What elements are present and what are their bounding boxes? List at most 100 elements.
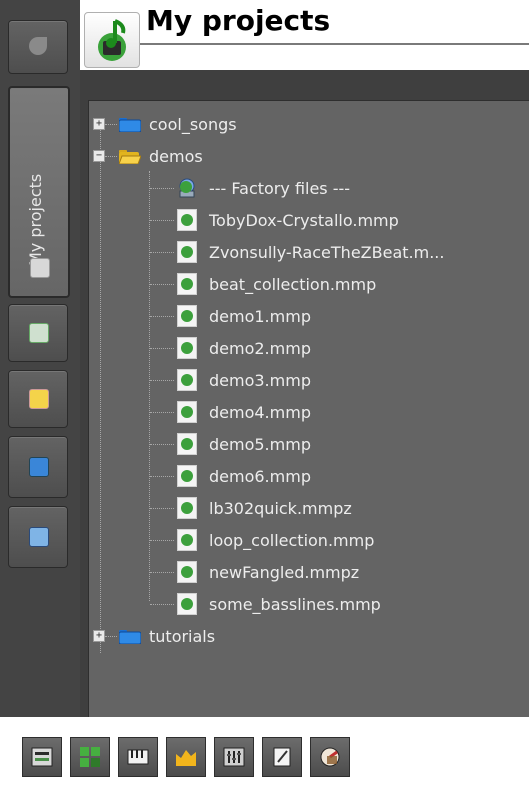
tree-connector <box>150 188 174 189</box>
tree-folder-item[interactable]: + tutorials <box>93 621 216 651</box>
tree-item-label: some_basslines.mmp <box>209 594 381 614</box>
tree-item-label: Zvonsully-RaceTheZBeat.m... <box>209 242 445 262</box>
mmp-file-icon <box>177 305 197 327</box>
tree-file-item[interactable]: demo2.mmp <box>150 333 311 363</box>
file-browser-panel: My projects + cool_songs − demos --- Fac… <box>80 0 529 718</box>
beat-bassline-editor-button[interactable] <box>70 737 110 777</box>
tree-item-label: --- Factory files --- <box>209 178 351 198</box>
folder-closed-icon <box>118 628 142 645</box>
tree-file-item[interactable]: TobyDox-Crystallo.mmp <box>150 205 399 235</box>
tree-item-label: demo5.mmp <box>209 434 311 454</box>
project-icon <box>30 258 50 278</box>
tree-connector <box>150 348 174 349</box>
sidebar-tab-instrument-plugins[interactable] <box>8 304 68 362</box>
fx-mixer-button[interactable] <box>214 737 254 777</box>
header-divider <box>140 43 529 45</box>
mmp-file-icon <box>177 209 197 231</box>
tree-item-label: demo2.mmp <box>209 338 311 358</box>
tree-item-label: loop_collection.mmp <box>209 530 375 550</box>
project-notes-button[interactable] <box>262 737 302 777</box>
instrument-plugin-icon <box>29 323 49 343</box>
song-editor-icon <box>31 747 53 767</box>
tree-file-item[interactable]: demo3.mmp <box>150 365 311 395</box>
collapse-icon[interactable]: − <box>93 150 105 162</box>
star-icon <box>29 389 49 409</box>
mmp-file-icon <box>177 433 197 455</box>
speaker-icon <box>29 37 47 55</box>
tree-connector <box>150 444 174 445</box>
tree-file-item[interactable]: demo1.mmp <box>150 301 311 331</box>
tree-guide-line <box>100 123 101 653</box>
sidebar-tab-sounds[interactable] <box>8 20 68 74</box>
tree-item-label: cool_songs <box>149 114 237 134</box>
page-title: My projects <box>146 4 331 37</box>
tree-connector <box>150 604 174 605</box>
tree-folder-item[interactable]: − demos <box>93 141 203 171</box>
tree-connector <box>105 156 117 157</box>
beat-bassline-editor-icon <box>80 747 100 767</box>
mmp-file-icon <box>177 529 197 551</box>
tree-file-item[interactable]: Zvonsully-RaceTheZBeat.m... <box>150 237 445 267</box>
tree-file-item[interactable]: loop_collection.mmp <box>150 525 375 555</box>
tree-item-label: demo3.mmp <box>209 370 311 390</box>
project-notes-icon <box>273 747 291 767</box>
sidebar-tab-computer[interactable] <box>8 506 68 568</box>
tree-item-label: beat_collection.mmp <box>209 274 377 294</box>
sidebar: My projects <box>0 0 80 717</box>
mmp-file-icon <box>177 369 197 391</box>
piano-roll-button[interactable] <box>118 737 158 777</box>
tree-connector <box>150 252 174 253</box>
computer-icon <box>29 527 49 547</box>
project-icon <box>84 12 140 68</box>
tree-file-item[interactable]: some_basslines.mmp <box>150 589 381 619</box>
tree-connector <box>150 476 174 477</box>
folder-closed-icon <box>118 116 142 133</box>
tree-file-item[interactable]: beat_collection.mmp <box>150 269 377 299</box>
expand-icon[interactable]: + <box>93 118 105 130</box>
tree-item-label: tutorials <box>149 626 216 646</box>
mmp-file-icon <box>177 465 197 487</box>
tree-file-item[interactable]: demo6.mmp <box>150 461 311 491</box>
tree-file-item[interactable]: demo5.mmp <box>150 429 311 459</box>
mmpz-file-icon <box>177 561 197 583</box>
factory-files-icon <box>177 177 197 199</box>
tree-connector <box>150 284 174 285</box>
fx-mixer-icon <box>223 747 245 767</box>
home-icon <box>29 457 49 477</box>
project-tree[interactable]: + cool_songs − demos --- Factory files -… <box>88 100 529 718</box>
mmp-file-icon <box>177 337 197 359</box>
controller-rack-icon <box>320 747 340 767</box>
window-toolbar <box>0 717 529 787</box>
tree-item-label: demo1.mmp <box>209 306 311 326</box>
tree-item-label: TobyDox-Crystallo.mmp <box>209 210 399 230</box>
mmp-file-icon <box>177 401 197 423</box>
expand-icon[interactable]: + <box>93 630 105 642</box>
tree-connector <box>150 220 174 221</box>
tree-file-item[interactable]: demo4.mmp <box>150 397 311 427</box>
tree-file-item[interactable]: lb302quick.mmpz <box>150 493 352 523</box>
sidebar-tab-my-samples[interactable] <box>8 370 68 428</box>
tree-item-label: newFangled.mmpz <box>209 562 360 582</box>
tree-folder-item[interactable]: + cool_songs <box>93 109 237 139</box>
tree-connector <box>150 316 174 317</box>
automation-editor-icon <box>176 750 196 766</box>
tree-item-label: demo4.mmp <box>209 402 311 422</box>
sidebar-tab-home[interactable] <box>8 436 68 498</box>
tree-item-label: lb302quick.mmpz <box>209 498 352 518</box>
automation-editor-button[interactable] <box>166 737 206 777</box>
mmp-file-icon <box>177 241 197 263</box>
song-editor-button[interactable] <box>22 737 62 777</box>
sidebar-tab-my-projects[interactable]: My projects <box>8 86 70 298</box>
tree-file-item[interactable]: newFangled.mmpz <box>150 557 360 587</box>
sidebar-tab-label: My projects <box>26 173 45 266</box>
tree-guide-line <box>149 171 150 601</box>
tree-connector <box>150 508 174 509</box>
mmp-file-icon <box>177 593 197 615</box>
tree-file-item[interactable]: --- Factory files --- <box>150 173 351 203</box>
controller-rack-button[interactable] <box>310 737 350 777</box>
tree-item-label: demo6.mmp <box>209 466 311 486</box>
tree-item-label: demos <box>149 146 203 166</box>
piano-roll-icon <box>127 749 149 765</box>
panel-header: My projects <box>80 0 529 70</box>
folder-open-icon <box>118 148 142 165</box>
